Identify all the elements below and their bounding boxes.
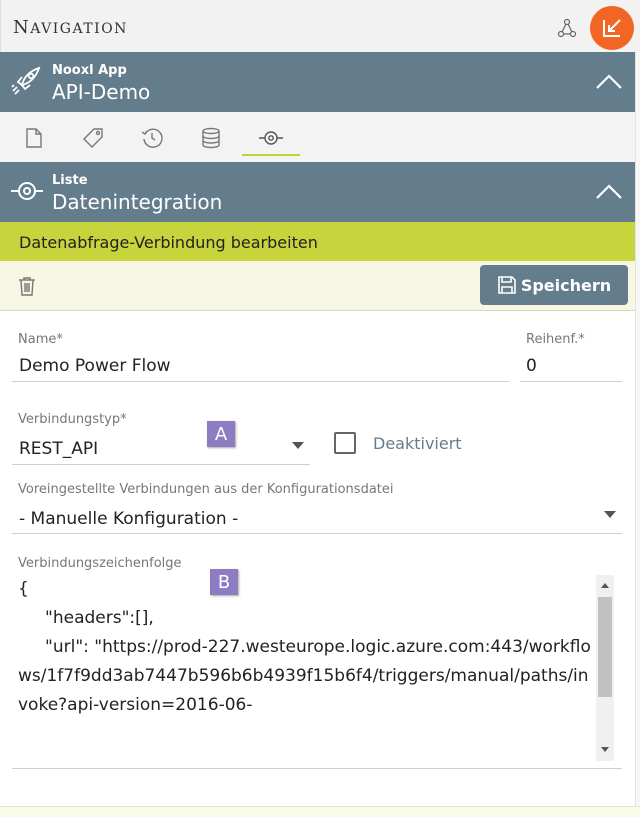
tab-database[interactable] [196, 124, 226, 152]
textarea-scrollbar[interactable] [596, 575, 614, 761]
chevron-down-icon[interactable] [292, 442, 304, 449]
list-title: Datenintegration [52, 190, 223, 214]
disabled-label: Deaktiviert [373, 434, 462, 453]
name-input[interactable]: Demo Power Flow [19, 356, 171, 376]
tag-icon [83, 128, 103, 148]
order-underline [520, 381, 622, 382]
order-input[interactable]: 0 [526, 356, 537, 376]
scroll-thumb[interactable] [598, 597, 612, 697]
history-icon [141, 128, 163, 148]
form-header: Datenabfrage-Verbindung bearbeiten [0, 222, 635, 261]
preset-underline [12, 533, 622, 534]
preset-label: Voreingestellte Verbindungen aus der Kon… [18, 482, 394, 497]
connection-type-underline [12, 464, 310, 465]
form-title: Datenabfrage-Verbindung bearbeiten [19, 233, 318, 252]
navigation-title: NAVIGATION [13, 17, 128, 38]
scroll-down-icon[interactable] [601, 747, 609, 752]
disabled-checkbox[interactable] [334, 432, 356, 454]
integration-icon [259, 131, 283, 145]
floppy-disk-icon [498, 276, 516, 294]
bottom-strip [0, 806, 640, 817]
app-bar[interactable]: Nooxl App API-Demo [0, 52, 635, 112]
document-icon [26, 128, 42, 148]
arrow-collapse-icon [603, 19, 621, 37]
connection-string-label: Verbindungszeichenfolge [18, 556, 182, 571]
chevron-up-icon[interactable] [595, 182, 623, 200]
app-title: API-Demo [52, 80, 151, 104]
tab-documents[interactable] [19, 124, 49, 152]
navigation-header: NAVIGATION [0, 0, 640, 52]
chevron-down-icon[interactable] [604, 511, 616, 518]
connection-string-textarea[interactable]: { "headers":[], "url": "https://prod-227… [18, 575, 614, 763]
collapse-navigation-button[interactable] [590, 6, 634, 50]
trash-icon[interactable] [18, 276, 36, 296]
save-label: Speichern [520, 275, 612, 295]
tab-integration[interactable] [256, 124, 286, 152]
preset-select[interactable]: - Manuelle Konfiguration - [19, 509, 238, 529]
marker-a: A [207, 421, 235, 447]
hierarchy-icon[interactable] [557, 18, 577, 38]
integration-icon [11, 182, 43, 200]
name-underline [12, 381, 509, 382]
app-tabs [0, 112, 635, 162]
app-subtitle: Nooxl App [52, 63, 127, 78]
scroll-up-icon[interactable] [601, 583, 609, 588]
save-button[interactable]: Speichern [480, 265, 628, 305]
connection-type-select[interactable]: REST_API [19, 439, 98, 459]
list-subtitle: Liste [52, 173, 88, 188]
form-toolbar: Speichern [0, 261, 635, 311]
name-label: Name* [18, 332, 63, 347]
connection-type-label: Verbindungstyp* [18, 412, 127, 427]
list-bar[interactable]: Liste Datenintegration [0, 162, 635, 222]
tab-history[interactable] [137, 124, 167, 152]
panel-edge [635, 52, 640, 806]
chevron-up-icon[interactable] [595, 72, 623, 90]
connection-string-underline [12, 768, 622, 769]
tab-tags[interactable] [78, 124, 108, 152]
database-icon [202, 127, 220, 149]
rocket-icon [11, 66, 41, 95]
active-tab-indicator [242, 154, 300, 156]
connection-string-value: { "headers":[], "url": "https://prod-227… [18, 579, 591, 715]
order-label: Reihenf.* [526, 332, 585, 347]
